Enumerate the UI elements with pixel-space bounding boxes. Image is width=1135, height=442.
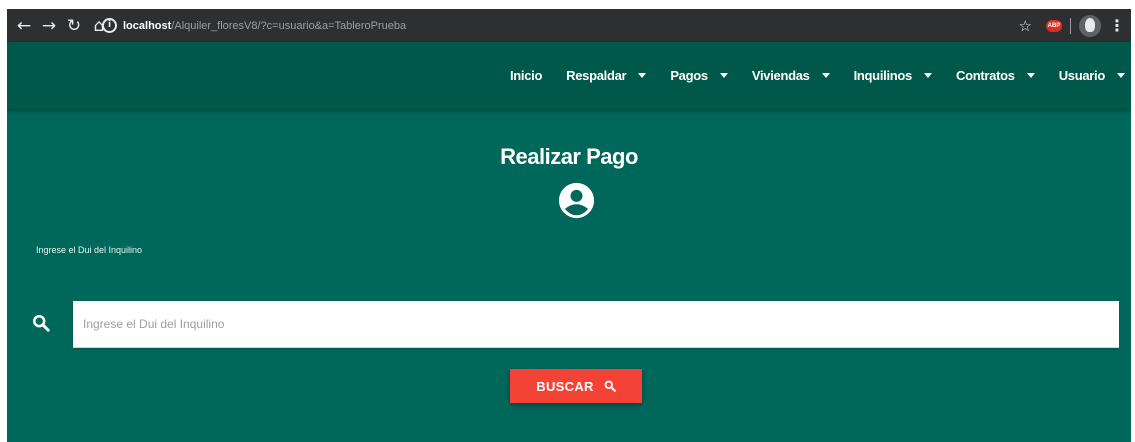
- dropdown-caret-icon: [821, 73, 830, 78]
- bookmark-star-icon[interactable]: ☆: [1019, 17, 1032, 35]
- nav-item-label: Inicio: [509, 68, 543, 83]
- url-text: localhost/Alquiler_floresV8/?c=usuario&a…: [123, 20, 406, 32]
- nav-item-label: Viviendas: [751, 68, 810, 83]
- url-path: /Alquiler_floresV8/?c=usuario&a=TableroP…: [171, 19, 407, 32]
- browser-window: ← → ↻ ⌂ i localhost/Alquiler_floresV8/?c…: [7, 9, 1131, 442]
- dui-search-input[interactable]: [73, 301, 1119, 348]
- nav-item-viviendas[interactable]: Viviendas: [752, 68, 830, 83]
- main-navbar: Inicio Respaldar Pagos Viviendas Inquilinos C…: [7, 42, 1131, 109]
- dropdown-caret-icon: [1026, 73, 1035, 78]
- search-icon: [32, 314, 50, 332]
- address-bar[interactable]: i localhost/Alquiler_floresV8/?c=usuario…: [102, 13, 1102, 38]
- search-button[interactable]: BUSCAR: [510, 369, 642, 403]
- dropdown-caret-icon: [923, 73, 932, 78]
- dui-field-label: Ingrese el Dui del Inquilino: [36, 245, 143, 255]
- page-title: Realizar Pago: [500, 144, 638, 169]
- back-arrow-icon[interactable]: ←: [13, 15, 35, 37]
- nav-item-label: Pagos: [670, 68, 708, 83]
- nav-item-contratos[interactable]: Contratos: [956, 68, 1035, 83]
- forward-arrow-icon[interactable]: →: [38, 15, 60, 37]
- nav-item-label: Contratos: [955, 68, 1015, 83]
- nav-menu: Inicio Respaldar Pagos Viviendas Inquilinos C…: [510, 42, 1131, 109]
- dropdown-caret-icon: [638, 73, 647, 78]
- nav-item-inquilinos[interactable]: Inquilinos: [854, 68, 932, 83]
- account-circle-icon: [558, 182, 595, 219]
- dropdown-caret-icon: [719, 73, 728, 78]
- nav-item-label: Respaldar: [566, 68, 627, 83]
- url-host: localhost: [123, 19, 172, 32]
- profile-avatar[interactable]: [1079, 14, 1101, 37]
- reload-icon[interactable]: ↻: [63, 15, 85, 37]
- nav-item-usuario[interactable]: Usuario: [1059, 68, 1125, 83]
- toolbar-divider: [1070, 17, 1071, 34]
- site-info-icon[interactable]: i: [102, 18, 117, 33]
- nav-item-pagos[interactable]: Pagos: [670, 68, 728, 83]
- dropdown-caret-icon: [1117, 73, 1125, 78]
- nav-item-respaldar[interactable]: Respaldar: [566, 68, 647, 83]
- browser-menu-icon[interactable]: ⋮: [1109, 16, 1125, 35]
- search-button-icon: [604, 380, 616, 392]
- adblock-extension-icon[interactable]: ABP: [1046, 19, 1062, 32]
- search-button-label: BUSCAR: [536, 378, 594, 394]
- nav-item-label: Usuario: [1058, 68, 1106, 83]
- nav-item-inicio[interactable]: Inicio: [510, 68, 542, 83]
- nav-item-label: Inquilinos: [853, 68, 913, 83]
- browser-toolbar: ← → ↻ ⌂ i localhost/Alquiler_floresV8/?c…: [7, 9, 1131, 42]
